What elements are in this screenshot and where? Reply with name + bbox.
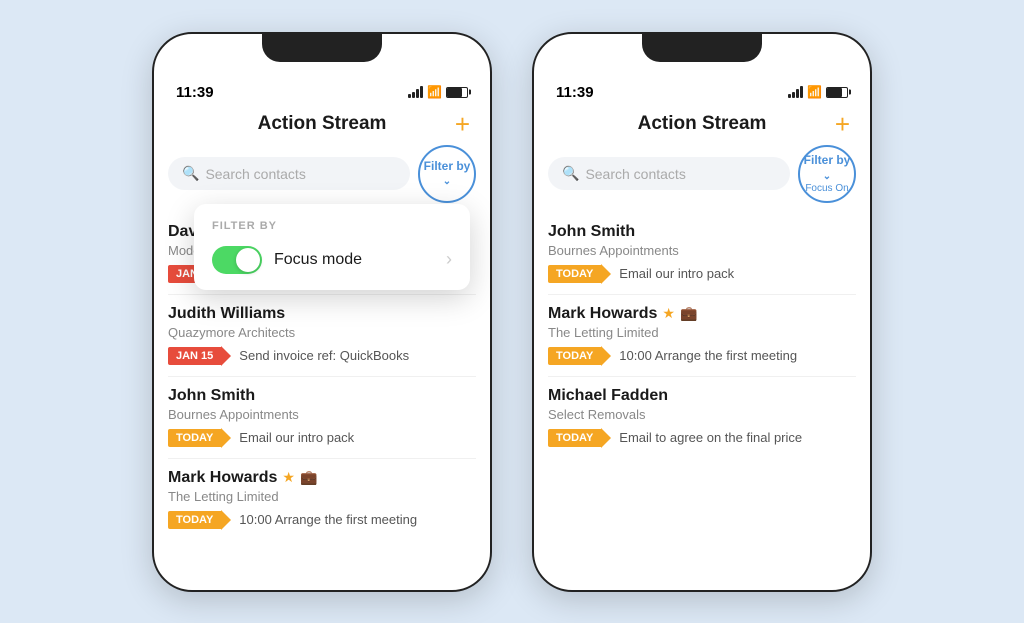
filter-popup-title: FILTER BY [212, 220, 452, 232]
task-arrow-john-right [601, 264, 611, 284]
app-header-left: Action Stream + [154, 109, 490, 145]
search-icon-left: 🔍 [182, 165, 199, 182]
contact-company-john-left: Bournes Appointments [168, 407, 476, 422]
task-text-mark-left: 10:00 Arrange the first meeting [239, 512, 417, 527]
contact-company-mark-left: The Letting Limited [168, 489, 476, 504]
contact-item-judith[interactable]: Judith Williams Quazymore Architects JAN… [168, 295, 476, 377]
search-bar-left: 🔍 Search contacts Filter by ⌄ [168, 145, 476, 203]
task-row-john-left: TODAY Email our intro pack [168, 428, 476, 448]
task-text-judith: Send invoice ref: QuickBooks [239, 348, 409, 363]
wifi-icon-left: 📶 [427, 85, 442, 99]
star-icon-mark-left: ★ [282, 469, 295, 486]
task-arrow-judith [221, 346, 231, 366]
task-badge-john-left: TODAY [168, 429, 221, 447]
contact-name-michael: Michael Fadden [548, 387, 668, 405]
toggle-knob [236, 248, 260, 272]
contact-name-john-right: John Smith [548, 223, 635, 241]
task-arrow-michael [601, 428, 611, 448]
contact-item-mark-left[interactable]: Mark Howards ★ 💼 The Letting Limited TOD… [168, 459, 476, 540]
status-icons-right: 📶 [788, 85, 848, 99]
add-button-left[interactable]: + [455, 111, 470, 137]
task-row-michael: TODAY Email to agree on the final price [548, 428, 856, 448]
bag-icon-mark-right: 💼 [680, 305, 697, 322]
search-input-left[interactable]: 🔍 Search contacts [168, 157, 410, 190]
task-text-mark-right: 10:00 Arrange the first meeting [619, 348, 797, 363]
contact-company-mark-right: The Letting Limited [548, 325, 856, 340]
signal-icon-right [788, 86, 803, 98]
contact-item-john-left[interactable]: John Smith Bournes Appointments TODAY Em… [168, 377, 476, 459]
task-badge-michael: TODAY [548, 429, 601, 447]
task-arrow-mark-right [601, 346, 611, 366]
task-badge-mark-left: TODAY [168, 511, 221, 529]
task-text-michael: Email to agree on the final price [619, 430, 802, 445]
task-row-mark-right: TODAY 10:00 Arrange the first meeting [548, 346, 856, 366]
phones-container: 11:39 📶 Action Stream + [132, 12, 892, 612]
task-badge-mark-right: TODAY [548, 347, 601, 365]
filter-button-right[interactable]: Filter by ⌄ Focus On [798, 145, 856, 203]
search-input-right[interactable]: 🔍 Search contacts [548, 157, 790, 190]
task-text-john-left: Email our intro pack [239, 430, 354, 445]
phone-left: 11:39 📶 Action Stream + [152, 32, 492, 592]
notch-left [262, 34, 382, 62]
bag-icon-mark-left: 💼 [300, 469, 317, 486]
battery-icon-left [446, 87, 468, 98]
filter-btn-label-left: Filter by ⌄ [420, 159, 474, 188]
contact-company-john-right: Bournes Appointments [548, 243, 856, 258]
contacts-list-right: John Smith Bournes Appointments TODAY Em… [534, 213, 870, 590]
app-title-left: Action Stream [258, 113, 387, 135]
contact-name-mark-right: Mark Howards [548, 305, 657, 323]
task-row-john-right: TODAY Email our intro pack [548, 264, 856, 284]
task-arrow-john-left [221, 428, 231, 448]
filter-btn-sub-right: Focus On [805, 183, 848, 194]
contact-item-michael[interactable]: Michael Fadden Select Removals TODAY Ema… [548, 377, 856, 458]
task-badge-judith: JAN 15 [168, 347, 221, 365]
contact-item-mark-right[interactable]: Mark Howards ★ 💼 The Letting Limited TOD… [548, 295, 856, 377]
filter-button-left[interactable]: Filter by ⌄ [418, 145, 476, 203]
filter-popup-row: Focus mode › [212, 246, 452, 274]
search-icon-right: 🔍 [562, 165, 579, 182]
filter-popup: FILTER BY Focus mode › [194, 204, 470, 290]
focus-mode-toggle[interactable] [212, 246, 262, 274]
phone-right: 11:39 📶 Action Stream + [532, 32, 872, 592]
contact-name-mark-left: Mark Howards [168, 469, 277, 487]
filter-popup-left: Focus mode [212, 246, 362, 274]
focus-mode-label: Focus mode [274, 251, 362, 269]
star-icon-mark-right: ★ [662, 305, 675, 322]
search-bar-right: 🔍 Search contacts Filter by ⌄ Focus On [548, 145, 856, 203]
task-row-judith: JAN 15 Send invoice ref: QuickBooks [168, 346, 476, 366]
task-arrow-mark-left [221, 510, 231, 530]
status-time-left: 11:39 [176, 84, 214, 101]
status-bar-left: 11:39 📶 [154, 70, 490, 109]
task-badge-john-right: TODAY [548, 265, 601, 283]
contact-item-john-right[interactable]: John Smith Bournes Appointments TODAY Em… [548, 213, 856, 295]
status-time-right: 11:39 [556, 84, 594, 101]
battery-icon-right [826, 87, 848, 98]
chevron-right-icon[interactable]: › [446, 249, 452, 270]
search-placeholder-left: Search contacts [205, 166, 305, 182]
task-text-john-right: Email our intro pack [619, 266, 734, 281]
status-bar-right: 11:39 📶 [534, 70, 870, 109]
add-button-right[interactable]: + [835, 111, 850, 137]
contact-company-judith: Quazymore Architects [168, 325, 476, 340]
contact-name-john-left: John Smith [168, 387, 255, 405]
contact-name-judith: Judith Williams [168, 305, 285, 323]
contact-company-michael: Select Removals [548, 407, 856, 422]
filter-btn-label-right: Filter by ⌄ [800, 153, 854, 182]
status-icons-left: 📶 [408, 85, 468, 99]
search-placeholder-right: Search contacts [585, 166, 685, 182]
app-title-right: Action Stream [638, 113, 767, 135]
task-row-mark-left: TODAY 10:00 Arrange the first meeting [168, 510, 476, 530]
notch-right [642, 34, 762, 62]
signal-icon-left [408, 86, 423, 98]
wifi-icon-right: 📶 [807, 85, 822, 99]
app-header-right: Action Stream + [534, 109, 870, 145]
